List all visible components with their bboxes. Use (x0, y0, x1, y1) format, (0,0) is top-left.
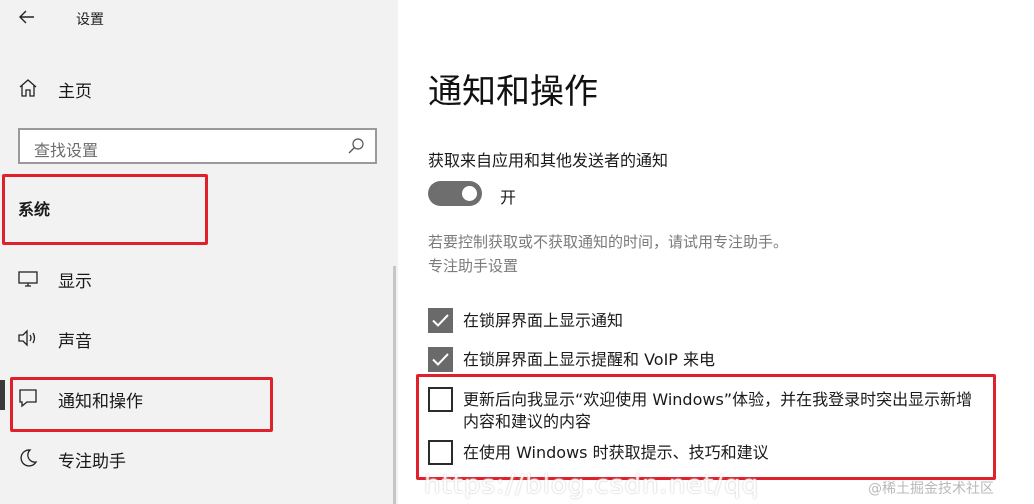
highlight-box-system (2, 174, 208, 245)
notifications-toggle[interactable] (428, 181, 482, 206)
moon-icon (20, 449, 38, 467)
nav-item-label: 声音 (58, 332, 92, 352)
url-watermark: https://blog.csdn.net/qq (424, 470, 760, 500)
site-watermark: @稀土掘金技术社区 (868, 481, 994, 497)
option-label: 在锁屏界面上显示提醒和 VoIP 来电 (463, 350, 716, 369)
title-bar: 设置 (0, 0, 398, 36)
search-icon (348, 138, 364, 154)
checkbox[interactable] (428, 387, 453, 412)
nav-item-label: 主页 (58, 82, 92, 102)
page-title: 通知和操作 (428, 72, 598, 112)
toggle-knob (462, 186, 477, 201)
option-label: 更新后向我显示“欢迎使用 Windows”体验，并在我登录时突出显示新增内容和建… (463, 390, 973, 431)
home-icon (19, 79, 37, 97)
nav-item-display[interactable]: 显示 (0, 256, 392, 300)
checkbox[interactable] (428, 440, 453, 465)
checkbox[interactable] (428, 308, 453, 333)
sidebar-scrollbar[interactable] (393, 266, 396, 504)
search-placeholder: 查找设置 (34, 141, 99, 160)
back-button[interactable] (14, 6, 40, 28)
arrow-left-icon (19, 10, 34, 24)
search-input[interactable]: 查找设置 (18, 128, 377, 164)
checkmark-icon (432, 314, 449, 327)
notifications-label: 获取来自应用和其他发送者的通知 (428, 151, 669, 170)
checkbox[interactable] (428, 347, 453, 372)
nav-item-sound[interactable]: 声音 (0, 316, 392, 360)
app-title: 设置 (76, 12, 104, 28)
nav-item-label: 显示 (58, 272, 92, 292)
checkmark-icon (432, 353, 449, 366)
focus-assist-link[interactable]: 专注助手设置 (428, 255, 518, 276)
highlight-box-notifications (10, 377, 273, 432)
focus-description: 若要控制获取或不获取通知的时间，请试用专注助手。 (428, 233, 789, 251)
nav-item-focus-assist[interactable]: 专注助手 (0, 436, 392, 480)
option-label: 在锁屏界面上显示通知 (463, 311, 624, 330)
nav-item-label: 专注助手 (58, 452, 126, 472)
option-label: 在使用 Windows 时获取提示、技巧和建议 (463, 443, 769, 462)
toggle-state-label: 开 (500, 188, 517, 207)
speaker-icon (18, 329, 36, 347)
nav-item-home[interactable]: 主页 (0, 66, 392, 110)
monitor-icon (18, 271, 38, 287)
